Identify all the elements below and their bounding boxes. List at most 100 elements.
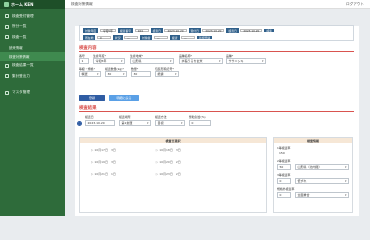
- triangle-icon: ▷: [91, 172, 94, 176]
- cal-date[interactable]: 10月17日: [94, 148, 108, 152]
- sidebar-item-label: 検査結果一覧: [12, 63, 34, 68]
- triangle-icon: ▷: [155, 160, 159, 164]
- filter-row-1: 対象年度 令和5年 検査番号 164 検査日 2023.10.20 受付日 20…: [83, 28, 274, 33]
- filter-label: 検査番号: [117, 28, 134, 33]
- page-title: 検査対策情報: [71, 1, 93, 6]
- new-button[interactable]: 新規登録: [197, 36, 213, 40]
- sidebar-item-master[interactable]: マスタ管理: [0, 88, 65, 99]
- filter-year[interactable]: 令和5年: [99, 29, 116, 33]
- cal-count: 2日: [175, 172, 181, 176]
- input-result-date[interactable]: 2023.10.20: [85, 120, 115, 126]
- filter-target[interactable]: —: [153, 36, 168, 40]
- filter-number[interactable]: 164: [134, 29, 149, 33]
- sidebar-item-label: 集計登出力: [12, 73, 30, 78]
- select-shift[interactable]: 低ずれ: [295, 178, 349, 184]
- top-header: 検査対策情報 ログアウト: [65, 0, 370, 9]
- cal-date[interactable]: 10月21日: [94, 172, 108, 176]
- brand: ホーム KEN: [0, 0, 65, 9]
- cal-date[interactable]: 10月20日: [159, 160, 173, 164]
- brand-name: ホーム KEN: [11, 1, 34, 7]
- stat-input[interactable]: 0: [277, 178, 291, 184]
- sidebar-item-label: 検査対策情報: [9, 54, 30, 59]
- label-rate: 整粒割合(%): [189, 115, 206, 119]
- back-to-detail-button[interactable]: 明細に戻る: [109, 95, 139, 101]
- calendar-row: ▷ 10月17日 3日 ▷ 10月18日 3日: [91, 148, 181, 152]
- filter-location[interactable]: X: [96, 36, 111, 40]
- filter-label: 検査: [169, 35, 180, 40]
- cal-date[interactable]: 10月19日: [94, 160, 108, 164]
- result-radio[interactable]: [77, 121, 82, 126]
- filter-bar: 対象年度 令和5年 検査番号 164 検査日 2023.10.20 受付日 20…: [79, 25, 354, 41]
- label-method2: 検査方法: [155, 115, 167, 119]
- select-weight[interactable]: 30: [105, 71, 127, 77]
- filter-status[interactable]: —: [124, 36, 139, 40]
- logout-link[interactable]: ログアウト: [346, 2, 364, 7]
- filter-label: 検査日: [226, 28, 239, 33]
- download-icon: [5, 74, 9, 79]
- gear-icon: [5, 90, 9, 95]
- select-breed[interactable]: 水稲うるち玄米: [179, 58, 223, 64]
- filter-date2[interactable]: 2023.10.20: [240, 29, 263, 33]
- sidebar-item-dokurai[interactable]: 読来情報: [0, 43, 65, 52]
- cal-count: 3日: [175, 148, 181, 152]
- sidebar-item-export[interactable]: 集計登出力: [0, 71, 65, 82]
- select-year[interactable]: 令和5年: [93, 58, 125, 64]
- stat-label: 1等検査率: [277, 146, 291, 150]
- triangle-icon: ▷: [155, 148, 159, 152]
- logo-icon: [4, 2, 9, 7]
- sidebar-item-label: マスタ管理: [12, 90, 30, 95]
- stat-label: 3等検査率: [277, 173, 291, 177]
- stat-value: 150: [279, 151, 285, 155]
- sidebar-item-inspection-list[interactable]: 検査一覧: [0, 32, 65, 43]
- register-button[interactable]: 登録: [79, 95, 105, 101]
- sidebar: ホーム KEN 検査受付管理 所分一覧 検査一覧 読来情報 検査対策情報 検査結…: [0, 0, 65, 216]
- select-packaging[interactable]: 紙袋: [155, 71, 179, 77]
- stats-title: 検査情報: [274, 138, 352, 143]
- stat-label: 2等検査率: [277, 159, 291, 163]
- select-method[interactable]: 目視: [155, 120, 185, 126]
- label-date: 検査日: [85, 115, 94, 119]
- sidebar-item-label: 読来情報: [9, 45, 23, 50]
- sidebar-item-shobun[interactable]: 所分一覧: [0, 22, 65, 33]
- filter-row-2: 所在地 X 状況 — 対象者 — 検査 — 新規登録: [83, 35, 213, 40]
- triangle-icon: ▷: [91, 160, 94, 164]
- stat-input[interactable]: 50: [277, 164, 291, 170]
- filter-inspection[interactable]: —: [181, 36, 196, 40]
- search-button[interactable]: 検索: [264, 29, 274, 33]
- filter-label: 検査日: [150, 28, 163, 33]
- sidebar-item-label: 検査受付管理: [12, 13, 34, 18]
- select-grade[interactable]: 精選: [79, 71, 101, 77]
- cal-date[interactable]: 10月18日: [159, 148, 173, 152]
- sidebar-item-label: 検査一覧: [12, 34, 27, 39]
- stat-input[interactable]: 0: [277, 192, 291, 198]
- main-content: 対象年度 令和5年 検査番号 164 検査日 2023.10.20 受付日 20…: [65, 9, 370, 216]
- select-variety[interactable]: ササニシキ: [226, 58, 266, 64]
- section-divider: [79, 51, 354, 52]
- calendar-row: ▷ 10月19日 3日 ▷ 10月20日 2日: [91, 160, 181, 164]
- select-place[interactable]: 第1倉庫: [119, 120, 151, 126]
- calendar-row: ▷ 10月21日 1日 ▷ 10月23日 2日: [91, 172, 181, 176]
- select-region[interactable]: 山形県（北内陸）: [295, 164, 349, 170]
- input-count[interactable]: 30: [131, 71, 151, 77]
- clipboard-icon: [5, 14, 9, 19]
- sidebar-item-inspection-measures[interactable]: 検査対策情報: [0, 51, 65, 61]
- sidebar-item-results[interactable]: 検査結果一覧: [0, 61, 65, 72]
- filter-accept-date[interactable]: 2023.10.20: [202, 29, 225, 33]
- triangle-icon: ▷: [91, 148, 94, 152]
- select-coverage[interactable]: 全面重合: [295, 192, 349, 198]
- cal-date[interactable]: 10月23日: [159, 172, 173, 176]
- label-place: 検査場所: [119, 115, 131, 119]
- table-icon: [5, 35, 9, 40]
- stat-label: 規格外検査率: [277, 187, 295, 191]
- filter-date[interactable]: 2023.10.20: [164, 29, 187, 33]
- sidebar-item-reception[interactable]: 検査受付管理: [0, 11, 65, 22]
- section-divider: [79, 111, 354, 112]
- filter-label: 状況: [112, 35, 123, 40]
- filter-label: 対象者: [140, 35, 153, 40]
- input-rate[interactable]: 0: [189, 120, 211, 126]
- filter-label: 受付日: [188, 28, 201, 33]
- select-pref[interactable]: 山形県: [130, 58, 174, 64]
- cal-count: 3日: [110, 160, 116, 164]
- list-icon: [5, 24, 9, 29]
- input-no[interactable]: 1: [79, 58, 89, 64]
